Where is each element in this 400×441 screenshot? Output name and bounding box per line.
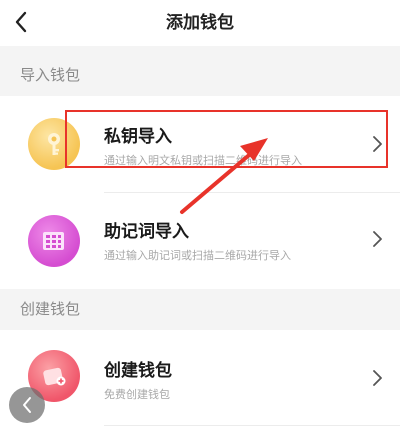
private-key-import-desc: 通过输入明文私钥或扫描二维码进行导入	[104, 154, 302, 167]
section-label-import: 导入钱包	[20, 66, 81, 84]
chevron-left-icon	[15, 11, 27, 33]
mnemonic-grid-icon	[28, 215, 80, 267]
create-wallet-row[interactable]: 创建钱包 免费创建钱包	[0, 330, 400, 426]
chevron-right-icon	[373, 136, 382, 152]
row-divider	[104, 425, 400, 426]
page-title: 添加钱包	[166, 13, 234, 33]
key-icon	[28, 118, 80, 170]
create-wallet-title: 创建钱包	[104, 361, 172, 381]
mnemonic-import-desc: 通过输入助记词或扫描二维码进行导入	[104, 249, 291, 262]
chevron-right-icon	[373, 370, 382, 386]
floating-back-button[interactable]	[9, 387, 45, 423]
chevron-right-icon	[373, 231, 382, 247]
import-wallet-card: 私钥导入 通过输入明文私钥或扫描二维码进行导入 助记词导入 通过输入助记词或扫描…	[0, 96, 400, 289]
section-label-create: 创建钱包	[20, 300, 81, 318]
top-bar: 添加钱包	[0, 0, 400, 46]
private-key-import-title: 私钥导入	[104, 127, 172, 147]
create-wallet-card: 创建钱包 免费创建钱包	[0, 330, 400, 441]
private-key-import-row[interactable]: 私钥导入 通过输入明文私钥或扫描二维码进行导入	[0, 96, 400, 192]
mnemonic-import-row[interactable]: 助记词导入 通过输入助记词或扫描二维码进行导入	[0, 193, 400, 289]
mnemonic-import-title: 助记词导入	[104, 222, 189, 242]
create-wallet-desc: 免费创建钱包	[104, 388, 170, 401]
chevron-left-icon	[23, 397, 31, 413]
back-button[interactable]	[6, 6, 36, 38]
